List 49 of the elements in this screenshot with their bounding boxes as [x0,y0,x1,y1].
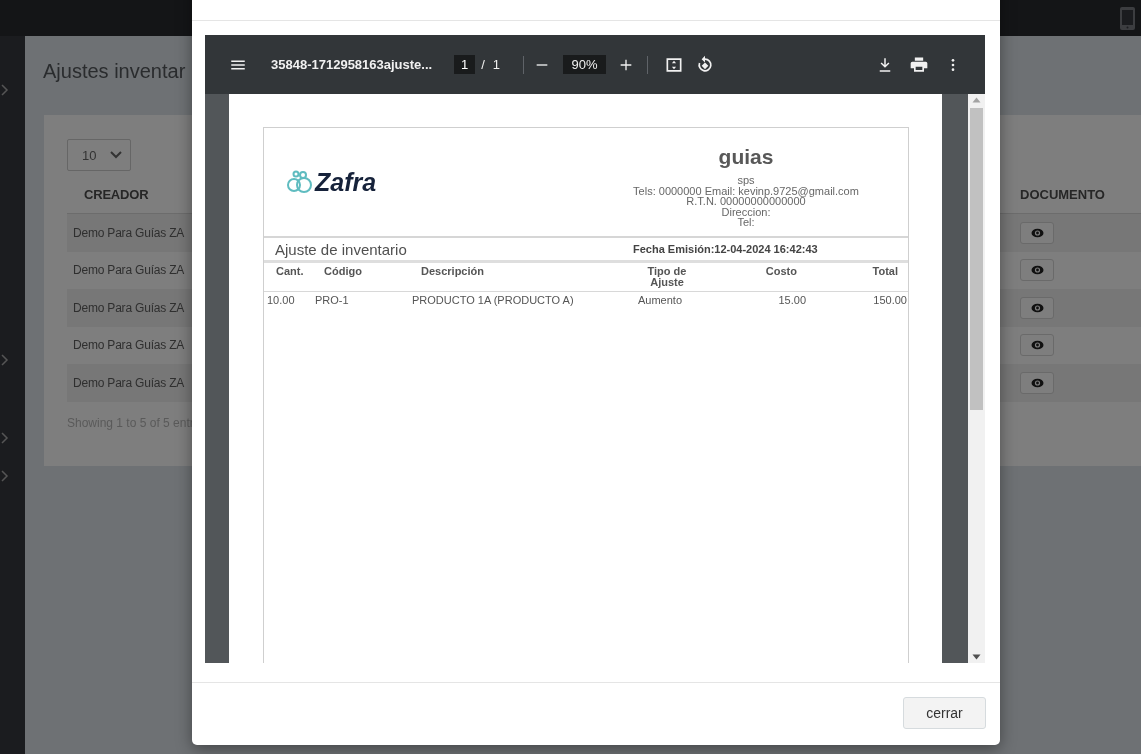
eye-icon [1030,340,1044,351]
zoom-field[interactable]: 90% [563,55,607,74]
file-name: 35848-1712958163ajuste... [271,57,434,72]
page-separator: / [481,57,485,72]
view-document-button[interactable] [1020,221,1054,244]
logo-text: Zafra [315,167,377,197]
eye-icon [1030,302,1044,313]
table-cell: Aumento [638,294,683,306]
chevron-down-icon [110,151,122,159]
company-detail: R.T.N. 00000000000000 [685,196,806,207]
company-name: guias [717,145,775,170]
view-document-button[interactable] [1020,334,1054,357]
column-header: Total [871,266,898,277]
issue-date: Fecha Emisión:12-04-2024 16:42:43 [633,243,818,255]
view-document-button[interactable] [1020,296,1054,319]
bubbles-icon [285,170,313,194]
scroll-down-icon[interactable] [972,654,981,660]
scrollbar[interactable] [968,94,985,663]
column-header: CREADOR [83,186,150,202]
table-cell: 150.00 [873,294,907,306]
table-cell-text: Demo Para Guías ZA [72,263,186,278]
eye-icon [1030,265,1044,276]
table-cell-text: Demo Para Guías ZA [72,375,186,390]
column-header: Código [324,266,363,277]
table-cell: 10.00 [267,294,295,306]
table-cell-text: Demo Para Guías ZA [72,300,186,315]
column-header: Descripción [421,266,485,277]
column-header: Tipo de Ajuste [647,266,687,288]
view-document-button[interactable] [1020,371,1054,394]
page-number-field[interactable]: 1 [454,55,476,74]
page-title: Ajustes inventar [43,60,186,84]
company-detail: Tel: [736,217,756,228]
page-total: 1 [492,57,501,72]
column-header: Cant. [276,266,305,277]
company-detail: sps [736,175,756,186]
column-header: DOCUMENTO [1019,186,1106,202]
table-cell: 15.00 [778,294,806,306]
table-cell: PRODUCTO 1A (PRODUCTO A) [412,294,574,306]
company-detail: Tels: 0000000 Email: kevinp.9725@gmail.com [632,185,860,197]
column-header: Costo [764,266,797,277]
document-title: Ajuste de inventario [274,240,408,258]
company-detail: Direccion: [720,206,772,218]
eye-icon [1030,377,1044,388]
table-cell: PRO-1 [315,294,349,306]
table-cell-text: Demo Para Guías ZA [72,225,186,240]
table-cell-text: Demo Para Guías ZA [72,338,186,353]
close-button[interactable]: cerrar [903,697,986,729]
eye-icon [1030,227,1044,238]
view-document-button[interactable] [1020,259,1054,282]
